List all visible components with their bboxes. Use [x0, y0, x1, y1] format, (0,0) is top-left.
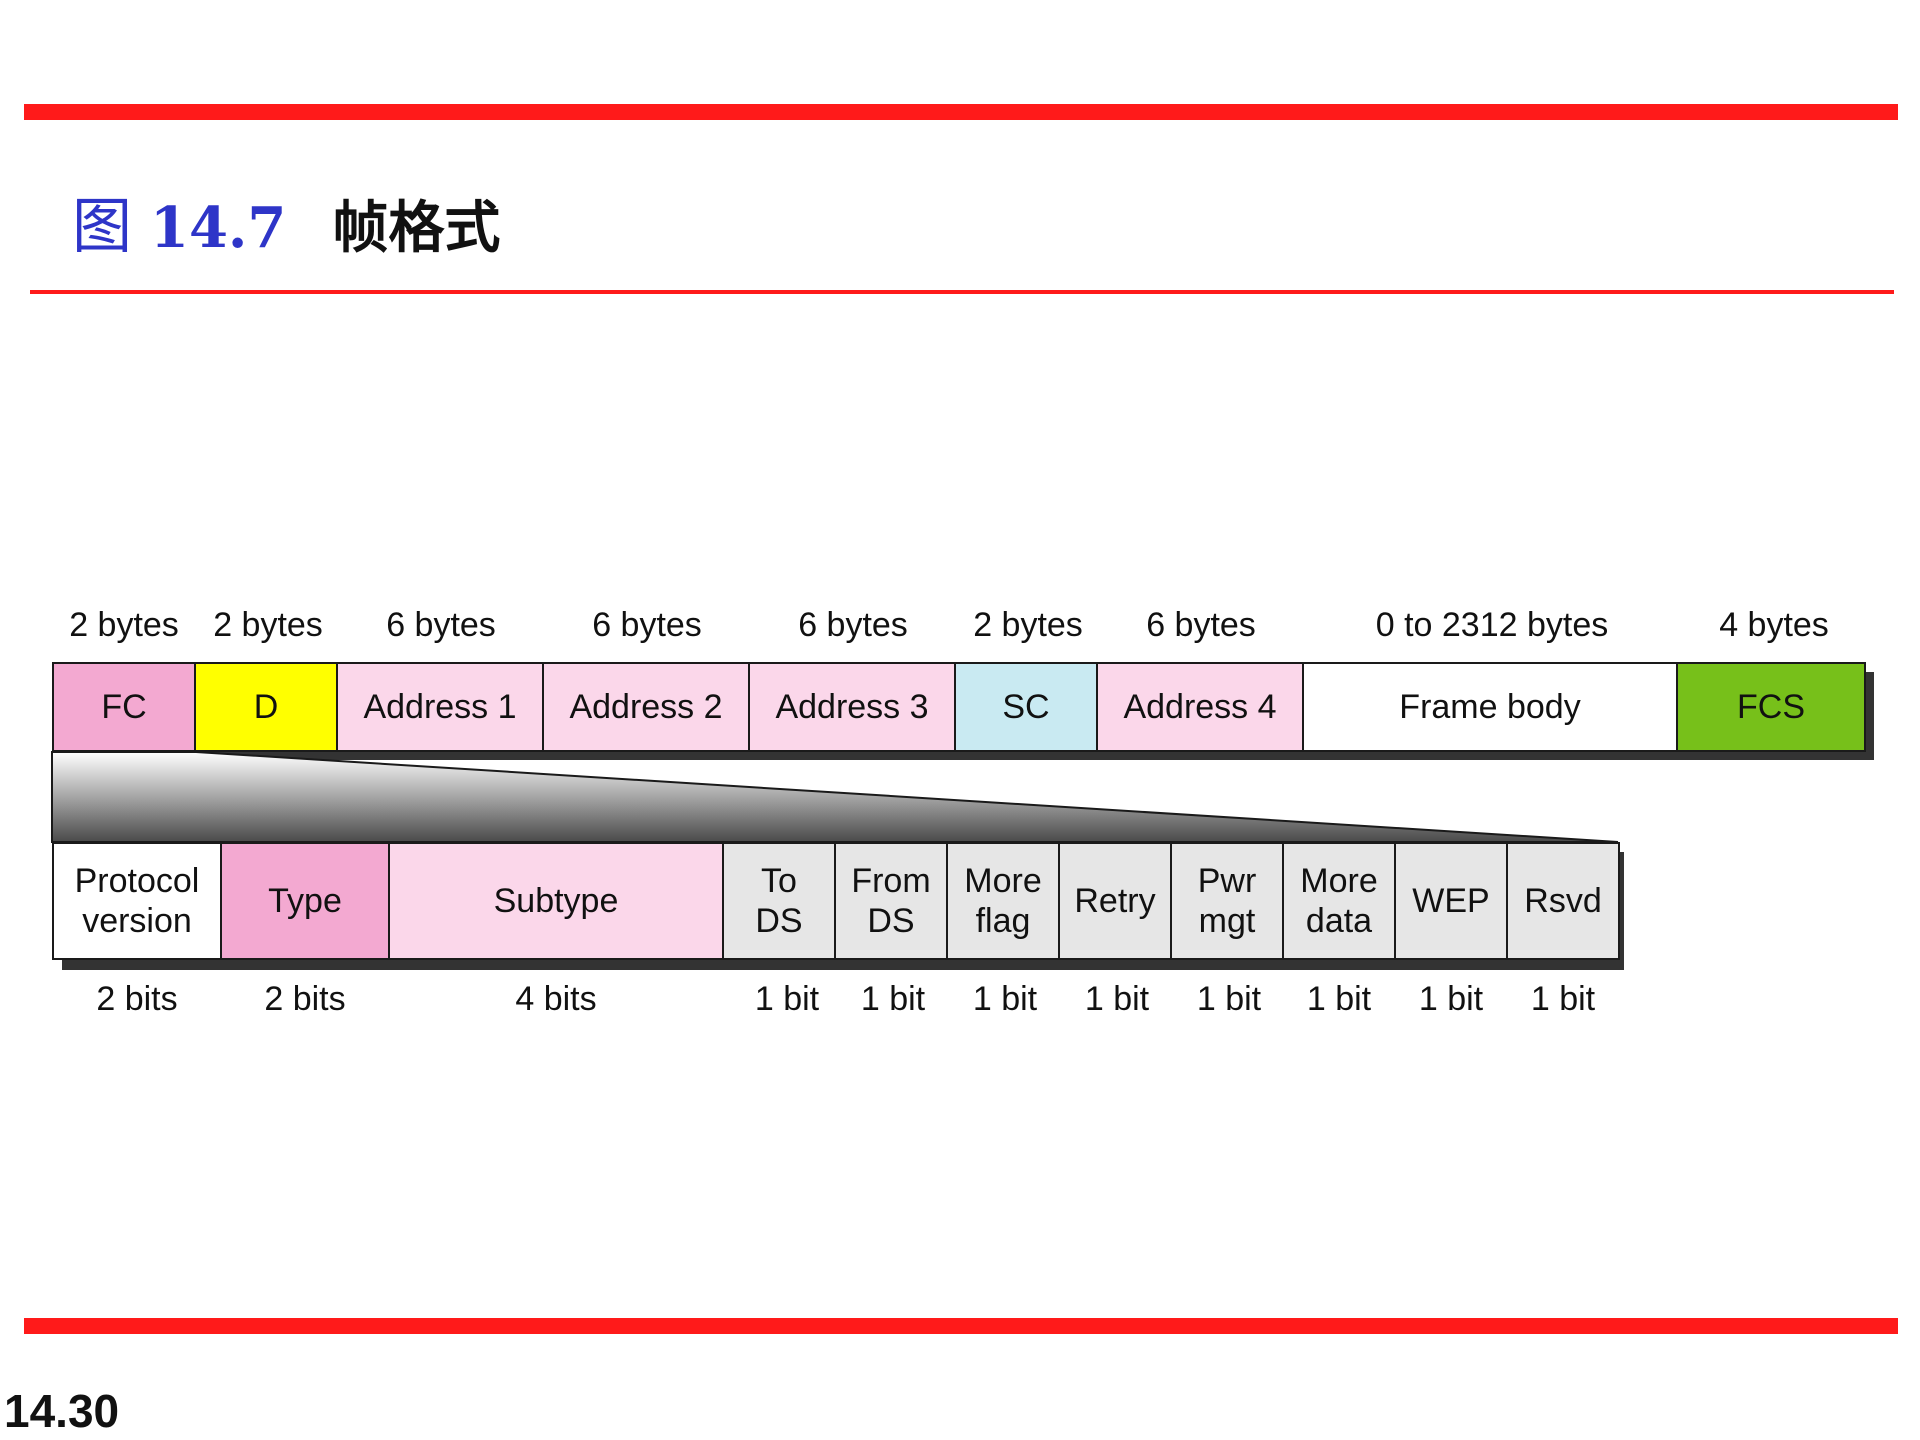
fc-subfield-pwr-mgt: Pwr mgt — [1170, 842, 1284, 960]
fc-subfield-from-ds: From DS — [834, 842, 948, 960]
subfield-label-line1: To — [761, 861, 797, 900]
subfield-label-line1: Rsvd — [1524, 881, 1602, 920]
fc-subfield-more-flag: More flag — [946, 842, 1060, 960]
subfield-label-line1: More — [1300, 861, 1378, 900]
subfield-label-line1: Protocol — [74, 861, 200, 900]
subfield-label-line1: Type — [268, 881, 342, 920]
subfield-label-line2: version — [82, 902, 192, 940]
fc-subfield-wep: WEP — [1394, 842, 1508, 960]
fc-subfield-type: Type — [220, 842, 390, 960]
wedge-shape — [51, 751, 1619, 843]
subfield-label-line2: flag — [975, 902, 1031, 940]
subfield-label-line1: Pwr — [1197, 861, 1257, 900]
subfield-size-subtype: 4 bits — [515, 980, 597, 1018]
subfield-label-line1: Retry — [1074, 881, 1156, 920]
page-number: 14.30 — [4, 1385, 120, 1437]
bottom-red-rule — [24, 1318, 1898, 1334]
subfield-size-rsvd: 1 bit — [1530, 980, 1596, 1018]
subfield-size-more-data: 1 bit — [1306, 980, 1372, 1018]
subfield-label-line2: DS — [867, 902, 915, 940]
subfield-label-line2: DS — [755, 902, 803, 940]
fc-subfield-subtype: Subtype — [388, 842, 724, 960]
fc-subfield-to-ds: To DS — [722, 842, 836, 960]
subfield-label-line1: More — [964, 861, 1042, 900]
subfield-label-line2: data — [1305, 902, 1373, 940]
subfield-size-to-ds: 1 bit — [754, 980, 820, 1018]
fc-subfield-protocol-version: Protocol version — [52, 842, 222, 960]
subfield-label-line1: WEP — [1412, 881, 1490, 920]
subfield-size-from-ds: 1 bit — [860, 980, 926, 1018]
fc-subfield-retry: Retry — [1058, 842, 1172, 960]
subfield-size-protocol-version: 2 bits — [96, 980, 178, 1018]
subfield-label-line2: mgt — [1198, 902, 1256, 940]
subfield-size-pwr-mgt: 1 bit — [1196, 980, 1262, 1018]
subfield-size-wep: 1 bit — [1418, 980, 1484, 1018]
fc-subfield-more-data: More data — [1282, 842, 1396, 960]
fc-expansion-wedge — [51, 751, 1619, 843]
subfield-size-type: 2 bits — [264, 980, 346, 1018]
subfield-size-retry: 1 bit — [1084, 980, 1150, 1018]
subfield-size-more-flag: 1 bit — [972, 980, 1038, 1018]
subfield-label-line1: From — [851, 861, 931, 900]
subfield-label-line1: Subtype — [493, 881, 619, 920]
fc-subfield-rsvd: Rsvd — [1506, 842, 1620, 960]
